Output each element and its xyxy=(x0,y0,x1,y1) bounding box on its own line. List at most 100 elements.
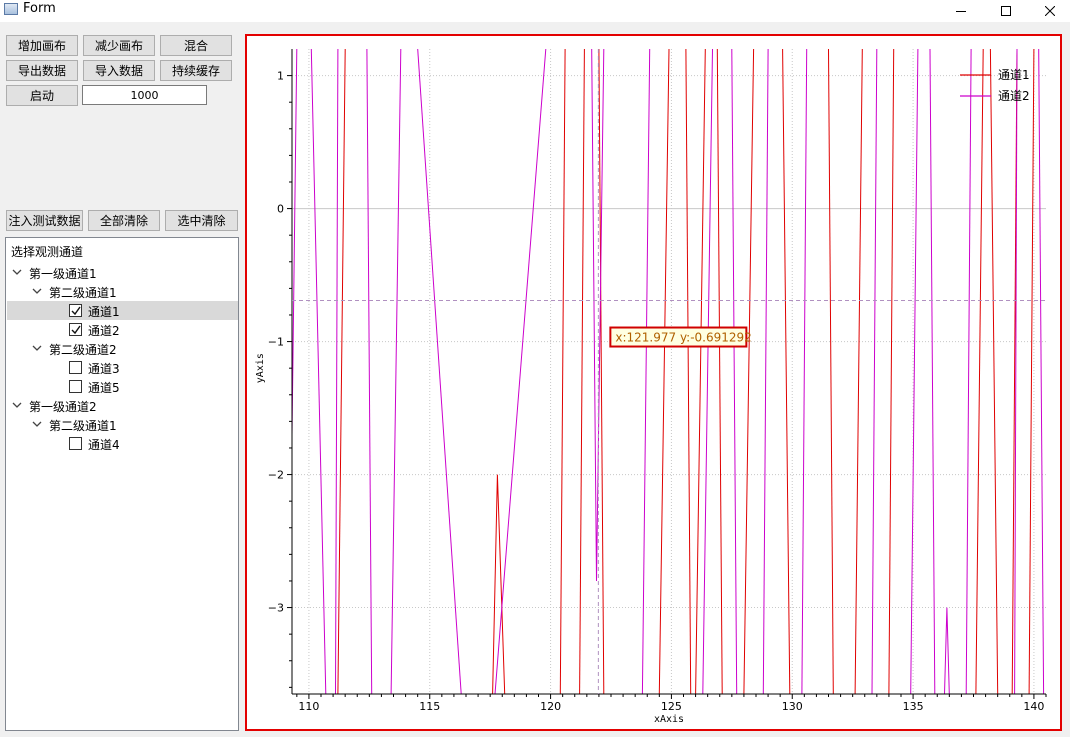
channel1-checkbox[interactable] xyxy=(69,304,82,317)
series-1-segment xyxy=(559,49,566,694)
persist-cache-button[interactable]: 持续缓存 xyxy=(160,60,232,81)
channel-tree[interactable]: 选择观测通道 第一级通道1 第二级通道1 通道1 通道2 第二级通道2 通道3 … xyxy=(5,237,239,731)
series-2-segment xyxy=(731,49,738,694)
series-1-segment xyxy=(337,49,346,694)
remove-canvas-button[interactable]: 减少画布 xyxy=(83,35,155,56)
mix-button[interactable]: 混合 xyxy=(160,35,232,56)
series-2-segment xyxy=(762,49,769,694)
tree-node-level1-channel2[interactable]: 第一级通道2 xyxy=(7,396,238,415)
maximize-button[interactable] xyxy=(983,0,1029,22)
series-1-segment xyxy=(1028,49,1035,694)
series-2-segment xyxy=(494,49,547,694)
tree-header: 选择观测通道 xyxy=(11,245,84,259)
channel2-checkbox[interactable] xyxy=(69,323,82,336)
tree-node-label: 第一级通道1 xyxy=(29,267,97,281)
series-2-segment xyxy=(310,49,327,694)
start-button[interactable]: 启动 xyxy=(6,85,78,106)
y-tick-label: −3 xyxy=(268,602,284,615)
tree-node-label: 通道4 xyxy=(88,438,120,452)
x-tick-label: 130 xyxy=(782,700,803,713)
tree-node-channel3[interactable]: 通道3 xyxy=(7,358,238,377)
clear-selected-button[interactable]: 选中清除 xyxy=(165,210,238,231)
series-1-segment xyxy=(743,49,755,694)
series-2-segment xyxy=(871,49,878,694)
series-2-segment xyxy=(1038,49,1045,694)
x-tick-label: 135 xyxy=(903,700,924,713)
series-1-segment xyxy=(782,49,791,694)
y-tick-label: 1 xyxy=(277,70,284,83)
chevron-down-icon[interactable] xyxy=(12,268,22,276)
cursor-tooltip-text: x:121.977 y:-0.691292 xyxy=(615,331,751,345)
close-icon xyxy=(1045,6,1055,16)
maximize-icon xyxy=(1001,6,1011,16)
clear-all-button[interactable]: 全部清除 xyxy=(88,210,160,231)
channel5-checkbox[interactable] xyxy=(69,380,82,393)
inject-test-data-button[interactable]: 注入测试数据 xyxy=(6,210,83,231)
series-1-segment xyxy=(975,49,984,694)
chevron-down-icon[interactable] xyxy=(32,344,42,352)
add-canvas-button[interactable]: 增加画布 xyxy=(6,35,78,56)
series-2-segment xyxy=(801,49,808,694)
minimize-button[interactable] xyxy=(938,0,984,22)
window-title: Form xyxy=(23,1,56,16)
tree-node-channel5[interactable]: 通道5 xyxy=(7,377,238,396)
x-tick-label: 115 xyxy=(419,700,440,713)
checkmark-icon xyxy=(71,306,81,316)
tree-node-label: 通道2 xyxy=(88,324,120,338)
tree-node-channel4[interactable]: 通道4 xyxy=(7,434,238,453)
chevron-down-icon[interactable] xyxy=(12,401,22,409)
series-1-segment xyxy=(716,49,723,694)
y-tick-label: 0 xyxy=(277,203,284,216)
x-tick-label: 110 xyxy=(298,700,319,713)
tree-node-label: 第一级通道2 xyxy=(29,400,97,414)
tree-node-label: 第二级通道2 xyxy=(49,343,117,357)
tree-node-level2-channel1b[interactable]: 第二级通道1 xyxy=(7,415,238,434)
close-button[interactable] xyxy=(1027,0,1070,22)
tree-node-channel2[interactable]: 通道2 xyxy=(7,320,238,339)
series-2-segment xyxy=(944,607,950,694)
series-2-segment xyxy=(417,49,462,694)
series-group xyxy=(292,49,1045,694)
series-1-segment xyxy=(658,49,670,694)
y-tick-label: −1 xyxy=(268,336,284,349)
tree-node-level2-channel1[interactable]: 第二级通道1 xyxy=(7,282,238,301)
import-data-button[interactable]: 导入数据 xyxy=(83,60,155,81)
tree-node-level2-channel2[interactable]: 第二级通道2 xyxy=(7,339,238,358)
minimize-icon xyxy=(956,11,966,12)
series-1-segment xyxy=(854,49,863,694)
series-1-segment xyxy=(579,49,585,694)
tree-node-channel1[interactable]: 通道1 xyxy=(7,301,238,320)
legend-label-2: 通道2 xyxy=(998,89,1030,103)
title-bar: Form xyxy=(0,0,1070,22)
series-2-segment xyxy=(641,49,651,694)
export-data-button[interactable]: 导出数据 xyxy=(6,60,78,81)
x-tick-label: 120 xyxy=(540,700,561,713)
series-1-segment xyxy=(685,49,692,694)
tree-node-label: 第二级通道1 xyxy=(49,286,117,300)
series-2-segment xyxy=(292,49,298,435)
plot-canvas[interactable]: 110 115 120 125 130 135 140 1 0 −1 −2 −3 xAxis yAxis x… xyxy=(245,34,1062,731)
checkmark-icon xyxy=(71,325,81,335)
x-tick-label: 125 xyxy=(661,700,682,713)
legend-label-1: 通道1 xyxy=(998,68,1030,82)
tree-node-level1-channel1[interactable]: 第一级通道1 xyxy=(7,263,238,282)
series-1-segment xyxy=(989,49,999,694)
x-tick-label: 140 xyxy=(1023,700,1044,713)
series-1-segment xyxy=(828,49,834,694)
series-1-segment xyxy=(492,474,506,694)
series-2-segment xyxy=(335,49,339,694)
chevron-down-icon[interactable] xyxy=(32,287,42,295)
series-2-segment xyxy=(390,49,402,694)
channel4-checkbox[interactable] xyxy=(69,437,82,450)
tree-node-label: 第二级通道1 xyxy=(49,419,117,433)
channel3-checkbox[interactable] xyxy=(69,361,82,374)
series-1-segment xyxy=(888,49,895,694)
y-axis-title: yAxis xyxy=(255,353,266,383)
series-2-segment xyxy=(910,49,919,694)
chevron-down-icon[interactable] xyxy=(32,420,42,428)
line-chart[interactable]: 110 115 120 125 130 135 140 1 0 −1 −2 −3 xAxis yAxis x… xyxy=(247,36,1060,729)
x-axis-title: xAxis xyxy=(654,714,684,725)
tree-node-label: 通道5 xyxy=(88,381,120,395)
count-input[interactable]: 1000 xyxy=(82,85,207,105)
series-2-segment xyxy=(965,49,972,694)
